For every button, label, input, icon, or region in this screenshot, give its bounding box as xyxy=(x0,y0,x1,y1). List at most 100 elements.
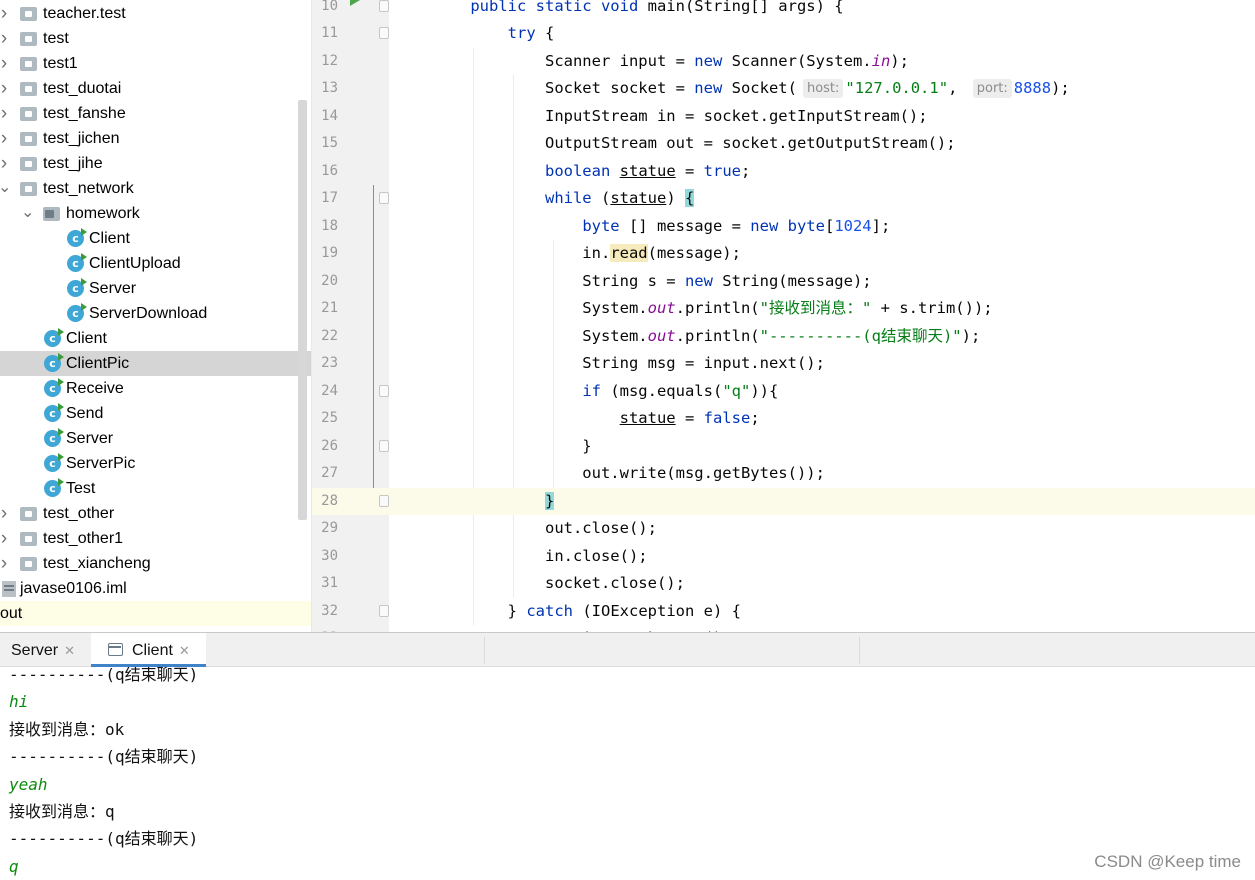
code-line[interactable]: 11 try { xyxy=(312,20,1255,48)
package-icon xyxy=(20,507,37,521)
tree-item[interactable]: c ServerDownload xyxy=(0,301,311,326)
tree-item[interactable]: c Server xyxy=(0,276,311,301)
tree-scrollbar[interactable] xyxy=(298,100,307,520)
line-number: 16 xyxy=(321,162,338,179)
line-number: 22 xyxy=(321,327,338,344)
tree-item[interactable]: out xyxy=(0,601,311,626)
tree-item[interactable]: c Server xyxy=(0,426,311,451)
code-token: while xyxy=(544,189,592,207)
code-token: statue xyxy=(610,189,667,207)
code-line[interactable]: 20 String s = new String(message); xyxy=(312,268,1255,296)
code-token: } xyxy=(544,491,555,510)
tree-item[interactable]: test_duotai xyxy=(0,76,311,101)
code-line[interactable]: 13 Socket socket = new Socket(host: "127.… xyxy=(312,75,1255,103)
code-line[interactable]: 27 out.write(msg.getBytes()); xyxy=(312,460,1255,488)
tree-item-label: test_other xyxy=(43,505,115,522)
chevron-right-icon[interactable] xyxy=(0,51,10,76)
code-token: 1024 xyxy=(834,216,872,235)
chevron-right-icon[interactable] xyxy=(0,526,10,551)
code-line[interactable]: 30 in.close(); xyxy=(312,543,1255,571)
code-line[interactable]: 32 } catch (IOException e) { xyxy=(312,598,1255,626)
fold-marker-icon[interactable] xyxy=(379,439,389,452)
line-number: 27 xyxy=(321,465,338,481)
code-line[interactable]: 10 public static void main(String[] args… xyxy=(312,0,1255,20)
chevron-right-icon[interactable] xyxy=(0,551,10,576)
code-line[interactable]: 24 if (msg.equals("q")){ xyxy=(312,378,1255,406)
code-line[interactable]: 12 Scanner input = new Scanner(System.in… xyxy=(312,48,1255,76)
line-number: 10 xyxy=(321,0,338,14)
chevron-right-icon[interactable] xyxy=(0,1,10,26)
chevron-right-icon[interactable] xyxy=(0,151,10,176)
fold-marker-icon[interactable] xyxy=(379,0,389,12)
fold-marker-icon[interactable] xyxy=(379,192,389,204)
chevron-right-icon[interactable] xyxy=(0,101,10,126)
run-console[interactable]: CSDN @Keep time ----------(q结束聊天) hi 接收到消息… xyxy=(0,667,1255,880)
tree-item[interactable]: c ServerPic xyxy=(0,451,311,476)
fold-marker-icon[interactable] xyxy=(379,604,389,617)
fold-marker-icon[interactable] xyxy=(379,494,389,507)
tree-item[interactable]: teacher.test xyxy=(0,1,311,26)
run-gutter-icon[interactable] xyxy=(350,0,360,6)
close-icon[interactable]: ✕ xyxy=(64,643,75,658)
fold-marker-icon[interactable] xyxy=(379,384,389,397)
code-line[interactable]: 26 } xyxy=(312,433,1255,461)
parameter-hint: port: xyxy=(972,79,1012,98)
code-line[interactable]: 31 socket.close(); xyxy=(312,570,1255,598)
tree-item[interactable]: c Receive xyxy=(0,376,311,401)
tree-item[interactable]: test xyxy=(0,26,311,51)
tree-item[interactable]: homework xyxy=(0,201,311,226)
code-editor[interactable]: 10 public static void main(String[] args… xyxy=(311,0,1255,632)
code-line[interactable]: 23 String msg = input.next(); xyxy=(312,350,1255,378)
chevron-down-icon[interactable] xyxy=(21,201,33,226)
chevron-right-icon[interactable] xyxy=(0,26,10,51)
chevron-down-icon[interactable] xyxy=(0,176,10,201)
code-line[interactable]: 14 InputStream in = socket.getInputStrea… xyxy=(312,103,1255,131)
code-token: read xyxy=(610,244,648,262)
tab-client[interactable]: Client ✕ xyxy=(91,633,206,667)
tree-item[interactable]: test_xiancheng xyxy=(0,551,311,576)
code-line[interactable]: 19 in.read(message); xyxy=(312,240,1255,268)
tree-item[interactable]: c ClientUpload xyxy=(0,251,311,276)
tree-item[interactable]: c Client xyxy=(0,326,311,351)
code-line[interactable]: 18 byte [] message = new byte[1024]; xyxy=(312,213,1255,241)
chevron-right-icon[interactable] xyxy=(0,126,10,151)
console-output-line: 接收到消息：q xyxy=(9,802,115,821)
fold-marker-icon[interactable] xyxy=(379,27,389,39)
tree-item[interactable]: test1 xyxy=(0,51,311,76)
class-icon: c xyxy=(67,303,87,322)
line-number: 29 xyxy=(321,520,338,536)
tree-item-label: teacher.test xyxy=(43,5,126,22)
code-line[interactable]: 33 e.printStackTrace(); xyxy=(312,625,1255,632)
tree-item[interactable]: test_network xyxy=(0,176,311,201)
tree-item[interactable]: c Client xyxy=(0,226,311,251)
code-line[interactable]: 15 OutputStream out = socket.getOutputSt… xyxy=(312,130,1255,158)
code-line[interactable]: 29 out.close(); xyxy=(312,515,1255,543)
code-token: System. xyxy=(433,299,648,317)
tree-item[interactable]: javase0106.iml xyxy=(0,576,311,601)
chevron-right-icon[interactable] xyxy=(0,76,10,101)
chevron-right-icon[interactable] xyxy=(0,501,10,526)
tree-item[interactable]: c Send xyxy=(0,401,311,426)
tree-item[interactable]: test_other xyxy=(0,501,311,526)
code-line[interactable]: 16 boolean statue = true; xyxy=(312,158,1255,186)
code-line[interactable]: 25 statue = false; xyxy=(312,405,1255,433)
tree-item[interactable]: test_jihe xyxy=(0,151,311,176)
code-line[interactable]: 28 } xyxy=(312,487,1255,516)
package-icon xyxy=(20,32,37,46)
code-token: in.close(); xyxy=(433,546,648,565)
code-text: } xyxy=(433,488,555,516)
code-line[interactable]: 22 System.out.println("----------(q结束聊天)… xyxy=(312,323,1255,351)
tree-item[interactable]: c ClientPic xyxy=(0,351,311,376)
tree-item[interactable]: test_other1 xyxy=(0,526,311,551)
tab-server[interactable]: Server ✕ xyxy=(0,633,90,667)
tree-item[interactable]: c Test xyxy=(0,476,311,501)
tree-item[interactable]: test_fanshe xyxy=(0,101,311,126)
tree-item[interactable]: test_jichen xyxy=(0,126,311,151)
code-token: ); xyxy=(961,326,981,345)
code-line[interactable]: 17 while (statue) { xyxy=(312,185,1255,213)
close-icon[interactable]: ✕ xyxy=(179,643,190,658)
package-icon xyxy=(20,107,37,121)
code-line[interactable]: 21 System.out.println("接收到消息：" + s.trim(… xyxy=(312,295,1255,323)
